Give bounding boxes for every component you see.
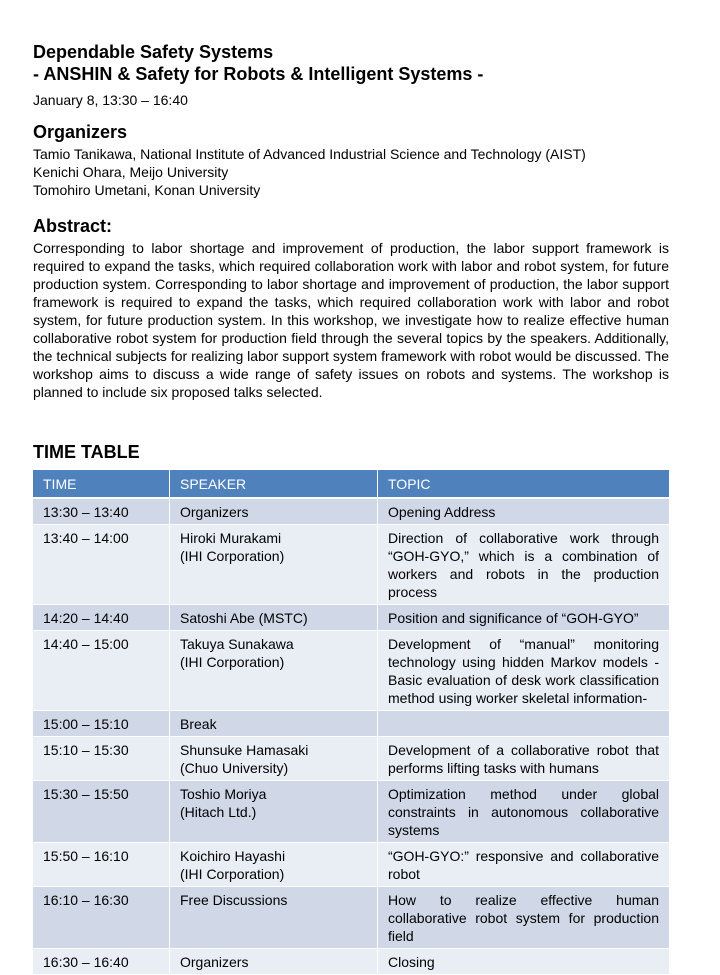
speaker-line: Shunsuke Hamasaki xyxy=(180,742,309,758)
time-cell: 16:10 – 16:30 xyxy=(33,887,170,949)
document-page: Dependable Safety Systems - ANSHIN & Saf… xyxy=(0,0,720,975)
time-cell: 15:50 – 16:10 xyxy=(33,843,170,887)
speaker-line: Break xyxy=(180,716,217,732)
speaker-cell: Shunsuke Hamasaki (Chuo University) xyxy=(170,737,378,781)
table-row: 15:00 – 15:10 Break xyxy=(33,711,669,737)
time-cell: 15:30 – 15:50 xyxy=(33,781,170,843)
time-cell: 13:40 – 14:00 xyxy=(33,525,170,605)
organizers-heading: Organizers xyxy=(33,122,128,142)
speaker-cell: Organizers xyxy=(170,499,378,525)
speaker-line: (IHI Corporation) xyxy=(180,548,285,564)
topic-cell: Direction of collaborative work through … xyxy=(378,525,669,605)
table-row: 16:30 – 16:40 Organizers Closing xyxy=(33,949,669,975)
speaker-line: (Chuo University) xyxy=(180,760,289,776)
column-header-time: TIME xyxy=(33,470,170,499)
timetable-header-row: TIME SPEAKER TOPIC xyxy=(33,470,669,499)
abstract-heading: Abstract: xyxy=(33,216,113,236)
topic-cell: Development of “manual” monitoring techn… xyxy=(378,631,669,711)
time-cell: 14:40 – 15:00 xyxy=(33,631,170,711)
topic-cell: Development of a collaborative robot tha… xyxy=(378,737,669,781)
speaker-line: Toshio Moriya xyxy=(180,786,267,802)
organizers-list: Tamio Tanikawa, National Institute of Ad… xyxy=(33,145,586,199)
speaker-cell: Takuya Sunakawa (IHI Corporation) xyxy=(170,631,378,711)
speaker-line: Organizers xyxy=(180,954,249,970)
topic-cell: Optimization method under global constra… xyxy=(378,781,669,843)
timetable-heading: TIME TABLE xyxy=(33,442,140,462)
table-row: 15:30 – 15:50 Toshio Moriya (Hitach Ltd.) O… xyxy=(33,781,669,843)
column-header-speaker: SPEAKER xyxy=(170,470,378,499)
timetable-body: 13:30 – 13:40 Organizers Opening Address 13… xyxy=(33,499,669,975)
timetable: TIME SPEAKER TOPIC 13:30 – 13:40 Organize… xyxy=(33,470,669,975)
title-line-2: - ANSHIN & Safety for Robots & Intellige… xyxy=(33,64,484,84)
organizer-item: Kenichi Ohara, Meijo University xyxy=(33,164,229,180)
document-title: Dependable Safety Systems - ANSHIN & Saf… xyxy=(33,41,483,85)
topic-cell: Closing xyxy=(378,949,669,975)
table-row: 15:50 – 16:10 Koichiro Hayashi (IHI Corpor… xyxy=(33,843,669,887)
speaker-cell: Free Discussions xyxy=(170,887,378,949)
speaker-line: Satoshi Abe (MSTC) xyxy=(180,610,308,626)
topic-cell: “GOH-GYO:” responsive and collaborative … xyxy=(378,843,669,887)
speaker-line: (Hitach Ltd.) xyxy=(180,804,257,820)
speaker-line: (IHI Corporation) xyxy=(180,866,285,882)
time-cell: 13:30 – 13:40 xyxy=(33,499,170,525)
title-line-1: Dependable Safety Systems xyxy=(33,42,274,62)
abstract-text: Corresponding to labor shortage and impr… xyxy=(33,240,669,400)
organizer-item: Tomohiro Umetani, Konan University xyxy=(33,182,261,198)
speaker-cell: Satoshi Abe (MSTC) xyxy=(170,605,378,631)
speaker-line: Takuya Sunakawa xyxy=(180,636,294,652)
session-date: January 8, 13:30 – 16:40 xyxy=(33,92,188,108)
topic-cell: Position and significance of “GOH-GYO” xyxy=(378,605,669,631)
speaker-cell: Toshio Moriya (Hitach Ltd.) xyxy=(170,781,378,843)
time-cell: 16:30 – 16:40 xyxy=(33,949,170,975)
time-cell: 15:00 – 15:10 xyxy=(33,711,170,737)
topic-cell: How to realize effective human collabora… xyxy=(378,887,669,949)
time-cell: 15:10 – 15:30 xyxy=(33,737,170,781)
table-row: 13:30 – 13:40 Organizers Opening Address xyxy=(33,499,669,525)
speaker-line: Organizers xyxy=(180,504,249,520)
table-row: 15:10 – 15:30 Shunsuke Hamasaki (Chuo Univ… xyxy=(33,737,669,781)
organizer-item: Tamio Tanikawa, National Institute of Ad… xyxy=(33,146,586,162)
speaker-cell: Break xyxy=(170,711,378,737)
speaker-line: (IHI Corporation) xyxy=(180,654,285,670)
table-row: 14:40 – 15:00 Takuya Sunakawa (IHI Corpora… xyxy=(33,631,669,711)
table-row: 13:40 – 14:00 Hiroki Murakami (IHI Corpora… xyxy=(33,525,669,605)
topic-cell: Opening Address xyxy=(378,499,669,525)
speaker-cell: Hiroki Murakami (IHI Corporation) xyxy=(170,525,378,605)
speaker-cell: Organizers xyxy=(170,949,378,975)
speaker-line: Koichiro Hayashi xyxy=(180,848,286,864)
table-row: 16:10 – 16:30 Free Discussions How to real… xyxy=(33,887,669,949)
speaker-line: Hiroki Murakami xyxy=(180,530,282,546)
table-row: 14:20 – 14:40 Satoshi Abe (MSTC) Position … xyxy=(33,605,669,631)
column-header-topic: TOPIC xyxy=(378,470,669,499)
time-cell: 14:20 – 14:40 xyxy=(33,605,170,631)
topic-cell xyxy=(378,711,669,737)
speaker-cell: Koichiro Hayashi (IHI Corporation) xyxy=(170,843,378,887)
speaker-line: Free Discussions xyxy=(180,892,288,908)
